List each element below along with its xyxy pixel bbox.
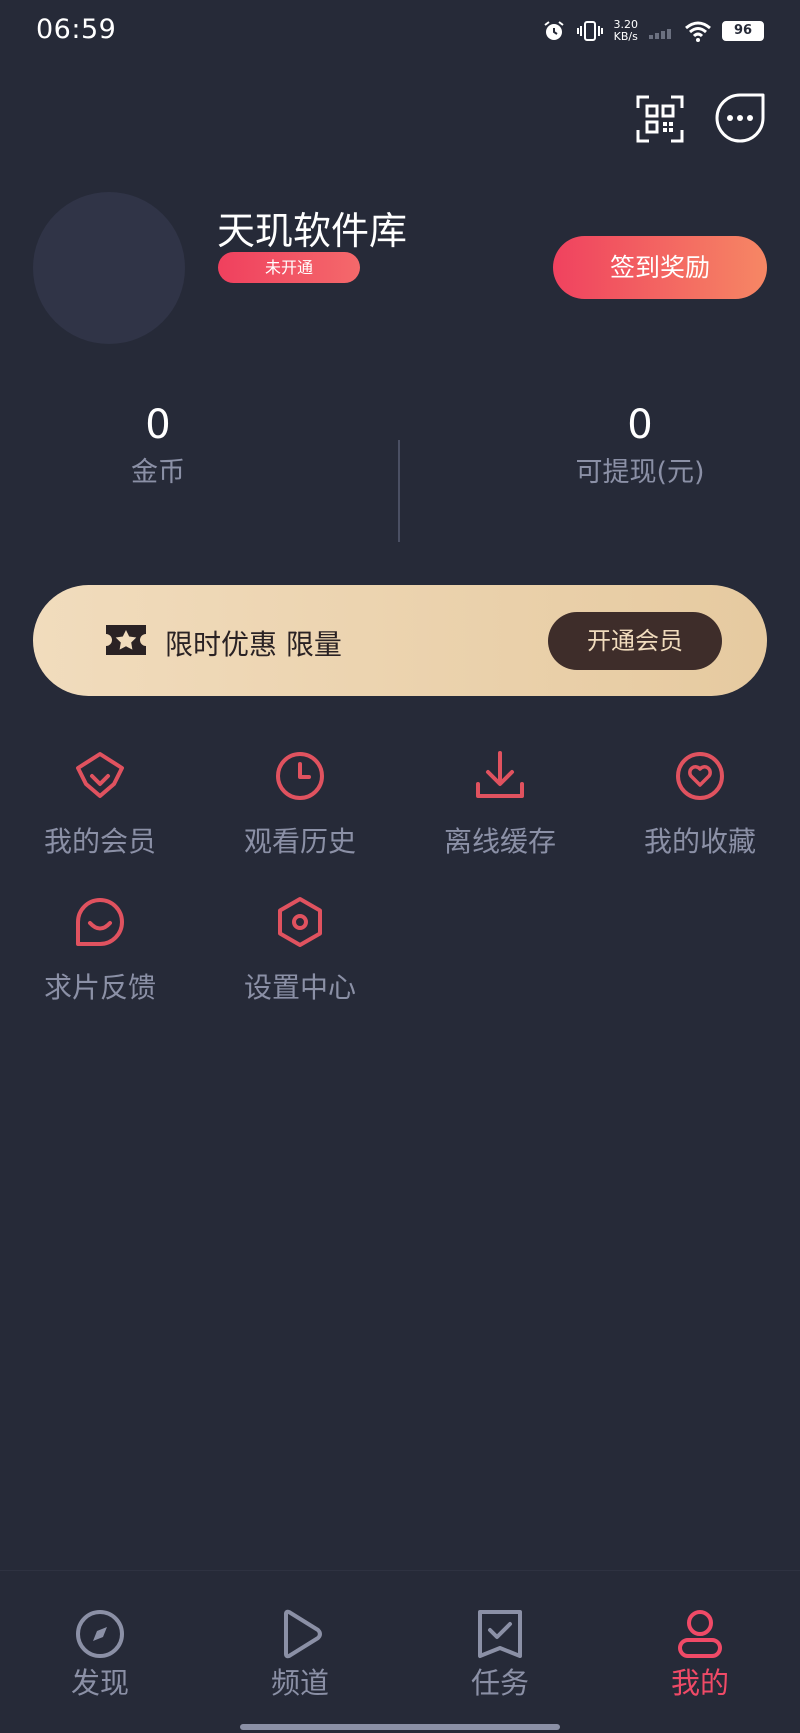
promo-banner[interactable]: 限时优惠 限量 开通会员 [33,585,767,696]
stats-divider [398,440,400,542]
menu-item-label: 离线缓存 [443,825,556,858]
cash-value[interactable]: 0 [490,402,790,448]
nav-tab-label: 任务 [470,1666,529,1700]
diamond-icon [76,752,124,798]
status-icons: 3.20 KB/s 96 [542,14,764,48]
bottom-nav-divider [0,1570,800,1571]
status-time: 06:59 [36,14,117,45]
coins-label[interactable]: 金币 [8,450,308,489]
alarm-icon [543,21,564,40]
qr-scan-icon[interactable] [635,94,685,144]
task-icon [478,1610,522,1658]
menu-item-offline-cache[interactable]: 离线缓存 [400,750,600,860]
clock-icon [276,752,324,800]
signal-icon [649,29,671,39]
ticket-icon [103,622,149,662]
network-speed-unit: KB/s [613,30,638,43]
coins-value[interactable]: 0 [8,402,308,448]
menu-item-label: 我的会员 [43,825,156,858]
feedback-icon [76,898,124,946]
menu-item-favorites[interactable]: 我的收藏 [600,750,800,860]
user-icon [678,1610,722,1658]
compass-icon [76,1610,124,1658]
menu-item-label: 观看历史 [243,825,356,858]
menu-item-settings[interactable]: 设置中心 [200,896,400,1006]
nav-tab-mine[interactable]: 我的 [600,1608,800,1702]
status-bar: 06:59 3.20 KB/s 96 [0,0,800,62]
play-icon [284,1609,322,1659]
cash-label[interactable]: 可提现(元) [490,450,790,489]
settings-icon [278,897,322,947]
network-speed: 3.20 KB/s [614,19,639,43]
wifi-icon [685,21,711,42]
nav-tab-label: 频道 [270,1666,329,1700]
menu-item-history[interactable]: 观看历史 [200,750,400,860]
open-membership-button[interactable]: 开通会员 [548,612,722,670]
nav-tab-label: 发现 [70,1666,129,1700]
nav-tab-label: 我的 [670,1666,729,1700]
avatar[interactable] [33,192,185,344]
menu-item-label: 我的收藏 [643,825,756,858]
nav-tab-tasks[interactable]: 任务 [400,1608,600,1702]
nav-tab-channel[interactable]: 频道 [200,1608,400,1702]
menu-item-label: 求片反馈 [43,971,156,1004]
checkin-reward-button[interactable]: 签到奖励 [553,236,767,299]
download-icon [476,751,524,798]
promo-text: 限时优惠 限量 [165,628,342,661]
heart-icon [676,752,724,800]
message-icon[interactable] [714,92,766,144]
vip-status-badge[interactable]: 未开通 [218,252,360,283]
battery-indicator: 96 [722,21,764,41]
username: 天玑软件库 [217,209,408,253]
menu-item-membership[interactable]: 我的会员 [0,750,200,860]
menu-item-feedback[interactable]: 求片反馈 [0,896,200,1006]
menu-item-label: 设置中心 [243,971,356,1004]
nav-tab-discover[interactable]: 发现 [0,1608,200,1702]
vibrate-icon [576,21,603,41]
home-indicator[interactable] [240,1724,560,1730]
